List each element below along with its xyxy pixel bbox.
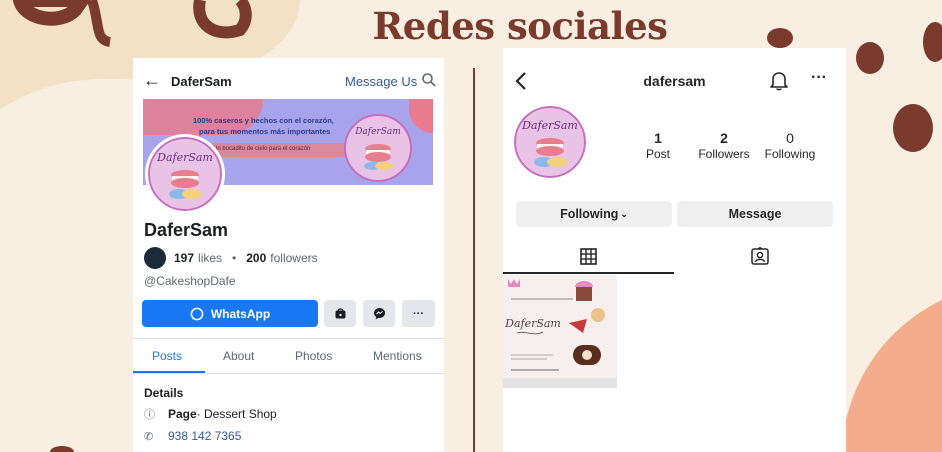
message-us-link[interactable]: Message Us (345, 74, 417, 89)
dafersam-logo: DaferSam (514, 106, 586, 178)
shop-bag-icon (335, 308, 345, 319)
phone-number[interactable]: 938 142 7365 (168, 429, 241, 443)
tab-posts[interactable]: Posts (152, 349, 182, 363)
likes-count: 197 (174, 251, 195, 265)
ig-username: dafersam (643, 73, 706, 89)
tab-photos[interactable]: Photos (295, 349, 332, 363)
phone-row: ✆ 938 142 7365 (144, 429, 241, 443)
arrow-left-icon[interactable]: ← (143, 70, 161, 91)
message-button[interactable]: Message (677, 201, 833, 227)
ig-avatar-text: DaferSam (521, 119, 578, 132)
stat-followers-label: Followers (698, 147, 750, 161)
page-label: Page (168, 407, 197, 421)
tagged-icon[interactable] (751, 247, 769, 265)
details-heading: Details (144, 386, 184, 400)
active-tab-indicator (133, 371, 205, 373)
page-name: DaferSam (144, 220, 229, 240)
whatsapp-icon (190, 307, 204, 320)
bell-icon[interactable] (770, 71, 788, 91)
cover-text: para tus momentos más importantes (199, 127, 331, 136)
page-category-row: ⓘ Page · Dessert Shop (144, 406, 277, 422)
stat-posts-label: Post (645, 147, 670, 161)
tab-about[interactable]: About (223, 349, 254, 363)
stat-posts-value: 1 (654, 130, 662, 146)
search-icon[interactable] (421, 72, 437, 88)
messenger-button[interactable] (363, 300, 395, 327)
following-button-label: Following (560, 207, 619, 221)
page-avatar[interactable]: DaferSam (145, 134, 225, 214)
messenger-icon (373, 308, 385, 320)
post-image: DaferSam (503, 275, 617, 388)
grid-icon[interactable] (580, 248, 597, 265)
facebook-screenshot: ← DaferSam Message Us 100% caseros y hec… (133, 58, 444, 452)
stat-following-value: 0 (786, 130, 794, 146)
facebook-header: ← DaferSam Message Us (133, 58, 444, 98)
post-text: DaferSam (504, 317, 561, 330)
phone-icon: ✆ (144, 430, 154, 443)
cover-logo: DaferSam (344, 114, 412, 182)
ig-profile-avatar[interactable]: DaferSam (514, 106, 586, 178)
page-handle: @CakeshopDafe (144, 274, 236, 288)
more-options-icon[interactable]: ··· (811, 69, 827, 87)
whatsapp-label: WhatsApp (210, 306, 271, 321)
dafersam-logo: DaferSam (148, 137, 222, 211)
active-tab-indicator (503, 272, 674, 274)
avatar-logo-text: DaferSam (156, 151, 213, 164)
stat-followers[interactable]: 2 Followers (693, 130, 755, 161)
stat-followers-value: 2 (720, 130, 728, 146)
separator-dot: • (232, 251, 237, 265)
page-category: · Dessert Shop (196, 407, 277, 421)
following-button[interactable]: Following ⌄ (516, 201, 672, 227)
likes-followers: 197 likes • 200 followers (144, 247, 318, 269)
ig-post-thumbnail[interactable]: DaferSam (503, 275, 617, 388)
ig-tabs (503, 244, 846, 274)
page-title: Redes sociales (372, 4, 668, 48)
stat-following-label: Following (764, 147, 816, 161)
tab-mentions[interactable]: Mentions (373, 349, 422, 363)
followers-label: followers (270, 251, 318, 265)
shop-button[interactable] (324, 300, 356, 327)
instagram-screenshot: dafersam ··· DaferSam 1 Post 2 Followers… (503, 48, 846, 452)
likes-label: likes (198, 251, 223, 265)
whatsapp-button[interactable]: WhatsApp (142, 300, 318, 327)
chevron-down-icon: ⌄ (620, 208, 628, 219)
divider (473, 68, 475, 452)
friend-avatar (144, 247, 166, 269)
more-options-button[interactable]: ··· (402, 300, 435, 327)
cover-banner-text: Un bocadito de cielo para el corazón (213, 146, 311, 152)
stat-following[interactable]: 0 Following (759, 130, 821, 161)
stat-posts[interactable]: 1 Post (641, 130, 675, 161)
cover-logo-text: DaferSam (354, 127, 401, 137)
cover-text: 100% caseros y hechos con el corazón, (193, 116, 334, 125)
facebook-tabs: Posts About Photos Mentions (133, 338, 444, 374)
header-page-name: DaferSam (171, 74, 232, 89)
info-icon: ⓘ (144, 409, 155, 421)
followers-count: 200 (246, 251, 267, 265)
